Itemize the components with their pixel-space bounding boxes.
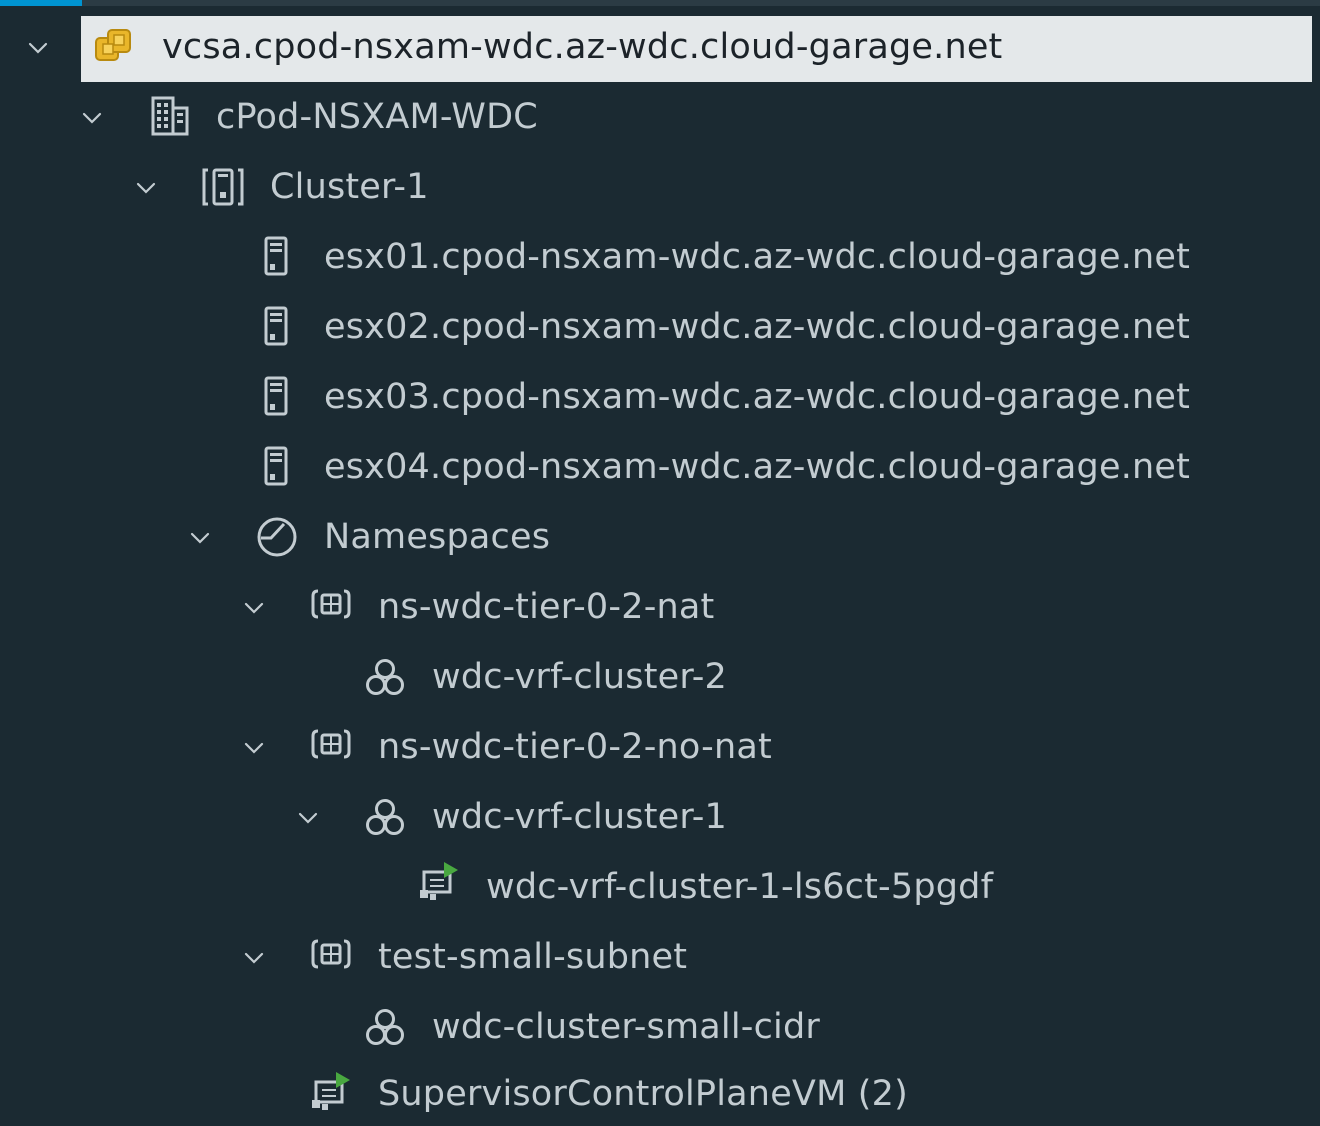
namespace-icon — [308, 722, 354, 768]
vm-running-icon — [416, 858, 462, 904]
tree-node-datacenter[interactable]: cPod-NSXAM-WDC — [0, 82, 1320, 152]
tree-node-tkg-cluster[interactable]: wdc-cluster-small-cidr — [0, 992, 1320, 1062]
tree-node-tkg-cluster[interactable]: wdc-vrf-cluster-1 — [0, 782, 1320, 852]
host-icon — [254, 304, 300, 350]
tkg-cluster-icon — [362, 654, 408, 700]
chevron-down-icon[interactable] — [80, 106, 104, 130]
tree-node-label: esx04.cpod-nsxam-wdc.az-wdc.cloud-garage… — [324, 447, 1191, 487]
tree-node-vm-folder[interactable]: SupervisorControlPlaneVM (2) — [0, 1062, 1320, 1126]
namespace-icon — [308, 932, 354, 978]
tkg-cluster-icon — [362, 1004, 408, 1050]
chevron-down-icon[interactable] — [296, 806, 320, 830]
datacenter-icon — [151, 96, 189, 136]
tree-node-label: wdc-cluster-small-cidr — [432, 1007, 820, 1047]
tree-node-vcenter[interactable]: vcsa.cpod-nsxam-wdc.az-wdc.cloud-garage.… — [0, 0, 1320, 82]
tree-node-label: vcsa.cpod-nsxam-wdc.az-wdc.cloud-garage.… — [162, 27, 1003, 67]
tree-node-vm[interactable]: wdc-vrf-cluster-1-ls6ct-5pgdf — [0, 852, 1320, 922]
tkg-cluster-icon — [362, 794, 408, 840]
tree-node-label: esx01.cpod-nsxam-wdc.az-wdc.cloud-garage… — [324, 237, 1191, 277]
namespaces-icon — [257, 517, 297, 557]
tree-node-label: esx02.cpod-nsxam-wdc.az-wdc.cloud-garage… — [324, 307, 1191, 347]
tree-node-namespace[interactable]: ns-wdc-tier-0-2-no-nat — [0, 712, 1320, 782]
tree-node-tkg-cluster[interactable]: wdc-vrf-cluster-2 — [0, 642, 1320, 712]
chevron-down-icon[interactable] — [188, 526, 212, 550]
chevron-down-icon[interactable] — [242, 596, 266, 620]
tree-node-label: wdc-vrf-cluster-1 — [432, 797, 728, 837]
host-icon — [254, 374, 300, 420]
vcenter-icon — [95, 29, 131, 61]
host-icon — [254, 444, 300, 490]
tree-node-host[interactable]: esx03.cpod-nsxam-wdc.az-wdc.cloud-garage… — [0, 362, 1320, 432]
chevron-down-icon[interactable] — [242, 946, 266, 970]
namespace-icon — [308, 582, 354, 628]
tree-node-cluster[interactable]: Cluster-1 — [0, 152, 1320, 222]
host-icon — [254, 234, 300, 280]
chevron-down-icon[interactable] — [26, 36, 50, 60]
tree-node-label: Cluster-1 — [270, 167, 429, 207]
tree-node-namespace[interactable]: test-small-subnet — [0, 922, 1320, 992]
tree-node-label: wdc-vrf-cluster-1-ls6ct-5pgdf — [486, 867, 994, 907]
chevron-down-icon[interactable] — [134, 176, 158, 200]
tree-node-label: esx03.cpod-nsxam-wdc.az-wdc.cloud-garage… — [324, 377, 1191, 417]
vm-running-icon — [308, 1068, 354, 1114]
chevron-down-icon[interactable] — [242, 736, 266, 760]
tree-node-label: Namespaces — [324, 517, 551, 557]
tree-node-label: test-small-subnet — [378, 937, 688, 977]
tree-node-namespace[interactable]: ns-wdc-tier-0-2-nat — [0, 572, 1320, 642]
tree-node-label: wdc-vrf-cluster-2 — [432, 657, 728, 697]
tree-node-host[interactable]: esx04.cpod-nsxam-wdc.az-wdc.cloud-garage… — [0, 432, 1320, 502]
tree-node-host[interactable]: esx01.cpod-nsxam-wdc.az-wdc.cloud-garage… — [0, 222, 1320, 292]
tree-node-host[interactable]: esx02.cpod-nsxam-wdc.az-wdc.cloud-garage… — [0, 292, 1320, 362]
tree-node-label: ns-wdc-tier-0-2-nat — [378, 587, 715, 627]
cluster-icon — [202, 168, 244, 206]
tree-node-label: ns-wdc-tier-0-2-no-nat — [378, 727, 772, 767]
tree-node-namespaces[interactable]: Namespaces — [0, 502, 1320, 572]
tree-node-label: SupervisorControlPlaneVM (2) — [378, 1074, 908, 1114]
tree-node-label: cPod-NSXAM-WDC — [216, 97, 538, 137]
